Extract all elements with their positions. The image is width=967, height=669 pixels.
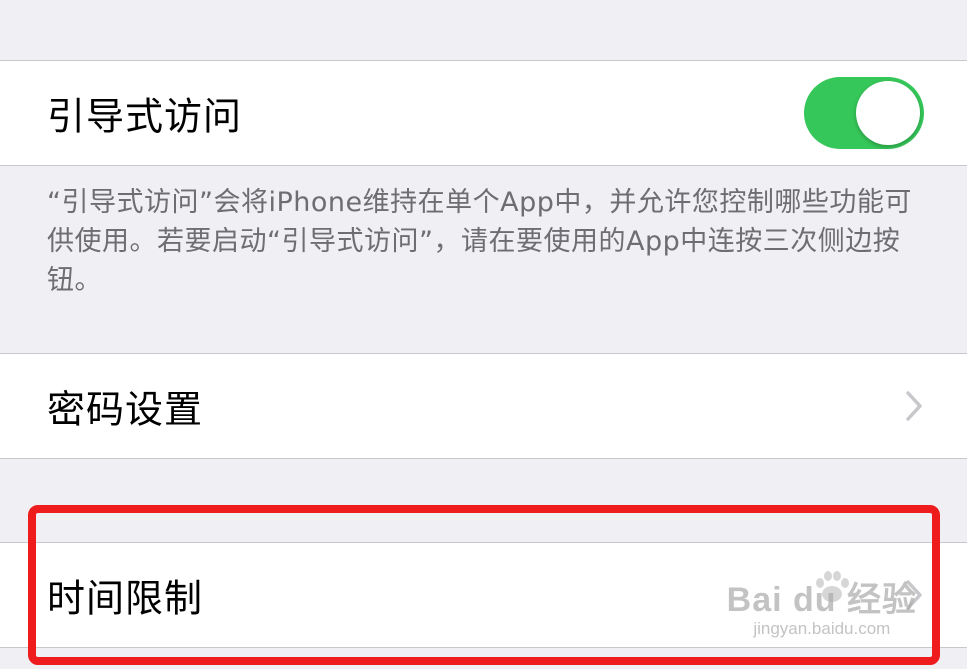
passcode-settings-row[interactable]: 密码设置 xyxy=(0,353,967,459)
passcode-settings-label: 密码设置 xyxy=(47,387,204,432)
guided-access-toggle[interactable] xyxy=(804,77,924,149)
guided-access-description: “引导式访问”会将iPhone维持在单个App中，并允许您控制哪些功能可供使用。… xyxy=(47,187,912,296)
guided-access-label: 引导式访问 xyxy=(47,94,243,139)
guided-access-row: 引导式访问 xyxy=(0,60,967,166)
highlight-annotation xyxy=(28,505,940,665)
chevron-right-icon xyxy=(906,391,922,421)
paw-icon xyxy=(816,571,849,602)
toggle-knob xyxy=(856,81,920,145)
